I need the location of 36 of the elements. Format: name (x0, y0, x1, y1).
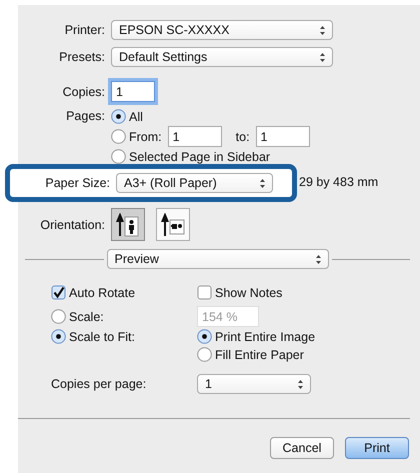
to-field[interactable]: 1 (256, 126, 310, 147)
arrow-person-icon (116, 212, 140, 236)
section-popup[interactable]: Preview (106, 249, 328, 269)
dialog-button[interactable]: Cancel (270, 437, 334, 459)
default-button[interactable]: Print (345, 437, 409, 459)
stepper-arrows-icon (259, 178, 266, 188)
show-notes-checkbox[interactable]: Show Notes (197, 285, 420, 300)
copies-field[interactable]: 1 (111, 81, 155, 102)
stepper-arrows-icon (297, 378, 304, 390)
copies-per-page-label: Copies per page: (51, 377, 148, 391)
stepper-arrows-icon (319, 52, 326, 62)
orientation-button[interactable] (156, 208, 190, 241)
radio-option[interactable]: Fill Entire Paper (197, 347, 420, 362)
presets-label: Presets: (58, 50, 105, 64)
to-label: to: (236, 130, 250, 144)
scale-to-fit-radio[interactable]: Scale to Fit: (51, 329, 197, 344)
stepper-arrows-icon (314, 254, 322, 264)
paper-dimensions: 29 by 483 mm (299, 175, 378, 189)
radio-option[interactable]: All (111, 109, 143, 124)
arrow-person-icon (161, 212, 185, 236)
from-field[interactable]: 1 (168, 126, 222, 147)
auto-rotate-checkbox[interactable]: Auto Rotate (51, 285, 197, 300)
stepper-arrows-icon (319, 24, 326, 36)
radio-option[interactable]: Selected Page in Sidebar (111, 149, 270, 164)
copies-per-page-popup[interactable]: 1 (197, 374, 311, 394)
paper-size-label: Paper Size: (44, 176, 110, 190)
paper-size-popup[interactable]: A3+ (Roll Paper) (116, 173, 273, 193)
printer-popup[interactable]: EPSON SC-XXXXX (111, 20, 333, 40)
orientation-label: Orientation: (39, 218, 105, 232)
radio-option[interactable]: From: (111, 129, 162, 144)
printer-label: Printer: (64, 23, 105, 37)
orientation-button[interactable] (111, 208, 145, 241)
copies-label: Copies: (62, 84, 105, 98)
radio-option[interactable]: Print Entire Image (197, 329, 420, 344)
presets-popup[interactable]: Default Settings (111, 47, 333, 67)
pages-label: Pages: (65, 109, 105, 123)
